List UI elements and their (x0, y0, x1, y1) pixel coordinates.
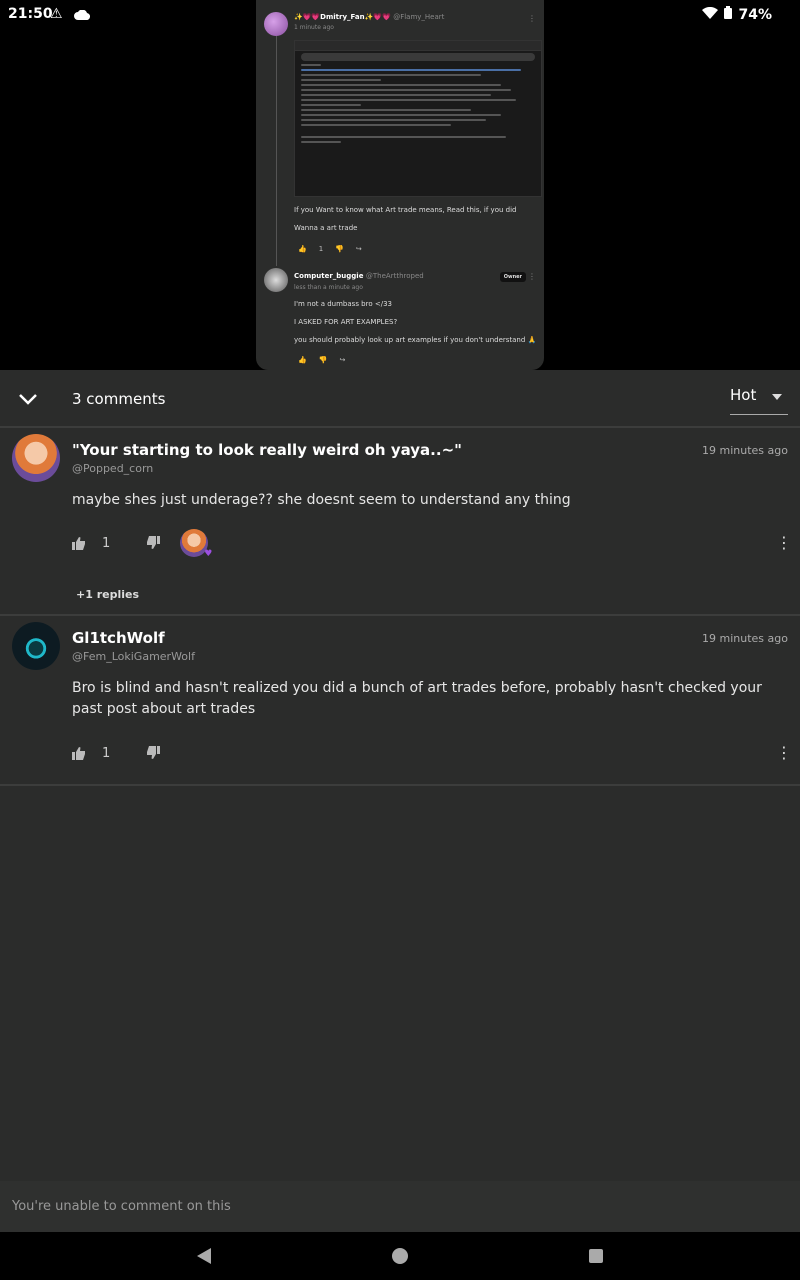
comments-header: 3 comments Hot (0, 370, 800, 426)
reply-author-name: Computer_buggie (294, 272, 364, 280)
commenter-name[interactable]: "Your starting to look really weird oh y… (72, 441, 462, 459)
dislike-icon[interactable] (146, 746, 161, 760)
comment-divider (0, 784, 800, 786)
reply-reply-icon[interactable]: ↪ (339, 356, 345, 364)
post-time: 1 minute ago (294, 24, 334, 31)
disabled-comment-message: You're unable to comment on this (12, 1199, 231, 1214)
comment-actions: 1 ♥ (72, 529, 212, 559)
thread-line (276, 36, 277, 266)
reply-line2: I ASKED FOR ART EXAMPLES? (294, 318, 398, 326)
comments-sheet: 3 comments Hot "Your starting to look re… (0, 370, 800, 1232)
post-text-line1: If you Want to know what Art trade means… (294, 206, 517, 214)
comment-actions: 1 (72, 741, 161, 765)
cloud-icon (74, 8, 91, 24)
reply-more-icon[interactable]: ⋮ (528, 272, 536, 281)
post-screenshot-image[interactable] (294, 40, 542, 197)
comment-body: maybe shes just underage?? she doesnt se… (72, 492, 571, 508)
status-time: 21:50 (8, 6, 53, 22)
reply-actions: 👍 👎 ↪ (298, 356, 345, 364)
comment-time: 19 minutes ago (702, 444, 788, 457)
author-avatar[interactable] (264, 12, 288, 36)
chevron-down-icon[interactable] (14, 386, 42, 414)
heart-icon: ♥ (204, 549, 213, 559)
dislike-icon[interactable]: 👎 (335, 245, 344, 253)
wifi-icon (702, 6, 719, 23)
commenter-name[interactable]: Gl1tchWolf (72, 629, 165, 647)
warning-icon: ⚠ (50, 6, 63, 22)
post-actions: 👍 1 👎 ↪ (298, 245, 362, 253)
comment-item: Gl1tchWolf @Fem_LokiGamerWolf 19 minutes… (0, 616, 800, 784)
post-text-line2: Wanna a art trade (294, 224, 358, 232)
reply-time: less than a minute ago (294, 284, 363, 291)
post-author-name: ✨💗💗Dmitry_Fan✨💗💗 (294, 13, 391, 21)
view-replies-link[interactable]: +1 replies (76, 588, 139, 601)
comment-time: 19 minutes ago (702, 632, 788, 645)
comment-body: Bro is blind and hasn't realized you did… (72, 680, 762, 717)
like-count: 1 (102, 745, 111, 761)
back-icon[interactable] (197, 1248, 211, 1264)
commenter-handle: @Fem_LokiGamerWolf (72, 650, 195, 663)
post-like-count: 1 (318, 245, 324, 253)
reply-dislike-icon[interactable]: 👎 (319, 356, 328, 364)
screenshot-tabbar (295, 41, 541, 51)
like-icon[interactable] (72, 536, 86, 550)
reply-author[interactable]: Computer_buggie @TheArtthroped (294, 272, 424, 280)
commenter-avatar[interactable] (12, 622, 60, 670)
dropdown-arrow-icon (772, 394, 782, 400)
commenter-handle: @Popped_corn (72, 462, 154, 475)
system-navbar (0, 1232, 800, 1280)
reply-line1: I'm not a dumbass bro </33 (294, 300, 392, 308)
battery-percent: 74% (738, 6, 772, 23)
owner-badge: Owner (499, 272, 526, 282)
like-icon[interactable]: 👍 (298, 245, 307, 253)
reply-like-icon[interactable]: 👍 (298, 356, 307, 364)
comment-item: "Your starting to look really weird oh y… (0, 428, 800, 614)
like-count: 1 (102, 535, 111, 551)
battery-icon (724, 6, 733, 23)
home-icon[interactable] (392, 1248, 408, 1264)
post-author-handle: @Flamy_Heart (393, 13, 445, 21)
comment-input-disabled: You're unable to comment on this (0, 1181, 800, 1232)
recents-icon[interactable] (589, 1249, 603, 1263)
reply-author-avatar[interactable] (264, 268, 288, 292)
screenshot-urlbar (301, 53, 535, 61)
more-options-icon[interactable]: ⋮ (776, 535, 792, 551)
post-author[interactable]: ✨💗💗Dmitry_Fan✨💗💗 @Flamy_Heart (294, 13, 444, 21)
sort-dropdown[interactable]: Hot (730, 386, 788, 415)
commenter-avatar[interactable] (12, 434, 60, 482)
post-preview[interactable]: ✨💗💗Dmitry_Fan✨💗💗 @Flamy_Heart 1 minute a… (256, 0, 544, 370)
sort-label: Hot (730, 386, 757, 404)
creator-heart-avatar: ♥ (180, 529, 212, 559)
reply-icon[interactable]: ↪ (356, 245, 362, 253)
dislike-icon[interactable] (146, 536, 161, 550)
post-more-icon[interactable]: ⋮ (528, 14, 536, 23)
comment-count: 3 comments (72, 390, 166, 408)
reply-author-handle: @TheArtthroped (365, 272, 424, 280)
reply-line3: you should probably look up art examples… (294, 336, 537, 344)
like-icon[interactable] (72, 746, 86, 760)
more-options-icon[interactable]: ⋮ (776, 745, 792, 761)
